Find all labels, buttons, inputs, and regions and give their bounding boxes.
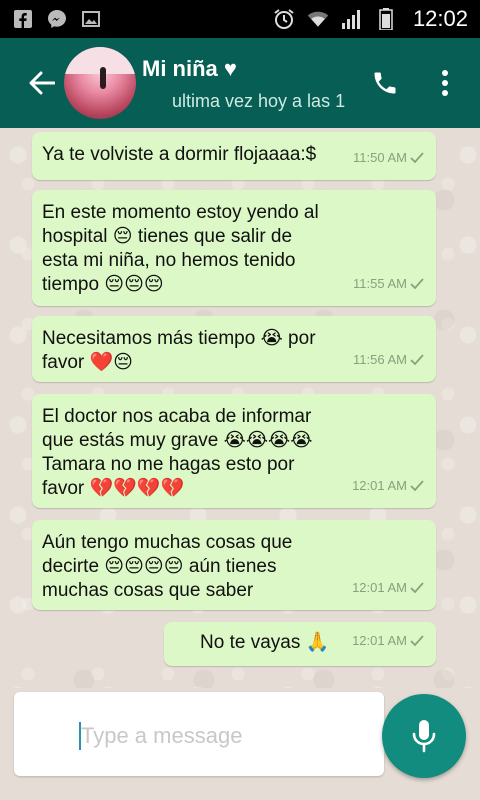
phone-icon — [374, 72, 396, 94]
microphone-icon — [412, 720, 436, 753]
compose-box — [14, 692, 384, 776]
signal-icon — [341, 8, 363, 30]
message-meta: 12:01 AM — [352, 629, 424, 653]
message-meta: 12:01 AM — [352, 576, 424, 600]
message-time: 11:55 AM — [353, 276, 407, 291]
sent-check-icon — [410, 152, 424, 164]
more-vertical-icon — [442, 70, 448, 96]
alarm-icon — [273, 8, 295, 30]
messenger-icon — [46, 8, 68, 30]
message-time: 12:01 AM — [352, 478, 407, 493]
outgoing-message[interactable]: Necesitamos más tiempo 😭 por favor ❤️😔 1… — [32, 316, 436, 382]
sent-check-icon — [410, 278, 424, 290]
sent-check-icon — [410, 582, 424, 594]
message-input[interactable] — [81, 720, 371, 752]
message-text: Aún tengo muchas cosas que decirte 😔😔😔😔 … — [42, 532, 293, 601]
outgoing-message[interactable]: En este momento estoy yendo al hospital … — [32, 190, 436, 306]
message-meta: 11:55 AM — [353, 272, 424, 296]
message-time: 12:01 AM — [352, 633, 407, 648]
clock-time: 12:02 — [412, 6, 468, 31]
message-meta: 11:50 AM — [353, 146, 424, 170]
message-text: El doctor nos acaba de informar que está… — [42, 406, 313, 499]
wifi-icon — [307, 8, 329, 30]
back-button[interactable] — [20, 53, 64, 113]
last-seen-status: ultima vez hoy a las 1 — [172, 91, 346, 111]
overflow-menu-button[interactable] — [420, 53, 470, 113]
facebook-icon — [12, 8, 34, 30]
voice-call-button[interactable] — [360, 53, 410, 113]
message-text: Ya te volviste a dormir flojaaaa:$ — [42, 144, 317, 165]
sent-check-icon — [410, 480, 424, 492]
message-text: Necesitamos más tiempo 😭 por favor ❤️😔 — [42, 328, 316, 373]
message-time: 11:56 AM — [353, 352, 407, 367]
message-text: En este momento estoy yendo al hospital … — [42, 202, 319, 295]
message-meta: 11:56 AM — [353, 348, 424, 372]
outgoing-message[interactable]: Ya te volviste a dormir flojaaaa:$ 11:50… — [32, 132, 436, 180]
sent-check-icon — [410, 635, 424, 647]
system-icons: 12:02 — [273, 6, 468, 32]
message-text: No te vayas 🙏 — [200, 632, 330, 653]
outgoing-message[interactable]: El doctor nos acaba de informar que está… — [32, 394, 436, 508]
status-bar: 12:02 — [0, 0, 480, 38]
outgoing-message[interactable]: No te vayas 🙏 12:01 AM — [164, 622, 436, 666]
voice-message-button[interactable] — [382, 694, 466, 778]
message-meta: 12:01 AM — [352, 474, 424, 498]
message-list[interactable]: Ya te volviste a dormir flojaaaa:$ 11:50… — [0, 128, 480, 688]
message-time: 11:50 AM — [353, 150, 407, 165]
gallery-icon — [80, 8, 102, 30]
message-time: 12:01 AM — [352, 580, 407, 595]
notification-icons — [12, 8, 102, 30]
contact-info[interactable]: Mi niña ♥ ultima vez hoy a las 1 — [142, 38, 360, 128]
battery-icon — [375, 8, 397, 30]
sent-check-icon — [410, 354, 424, 366]
chat-header: Mi niña ♥ ultima vez hoy a las 1 — [0, 38, 480, 128]
outgoing-message[interactable]: Aún tengo muchas cosas que decirte 😔😔😔😔 … — [32, 520, 436, 610]
contact-name: Mi niña ♥ — [142, 56, 237, 81]
contact-avatar[interactable] — [64, 47, 136, 119]
back-arrow-icon — [29, 71, 55, 95]
